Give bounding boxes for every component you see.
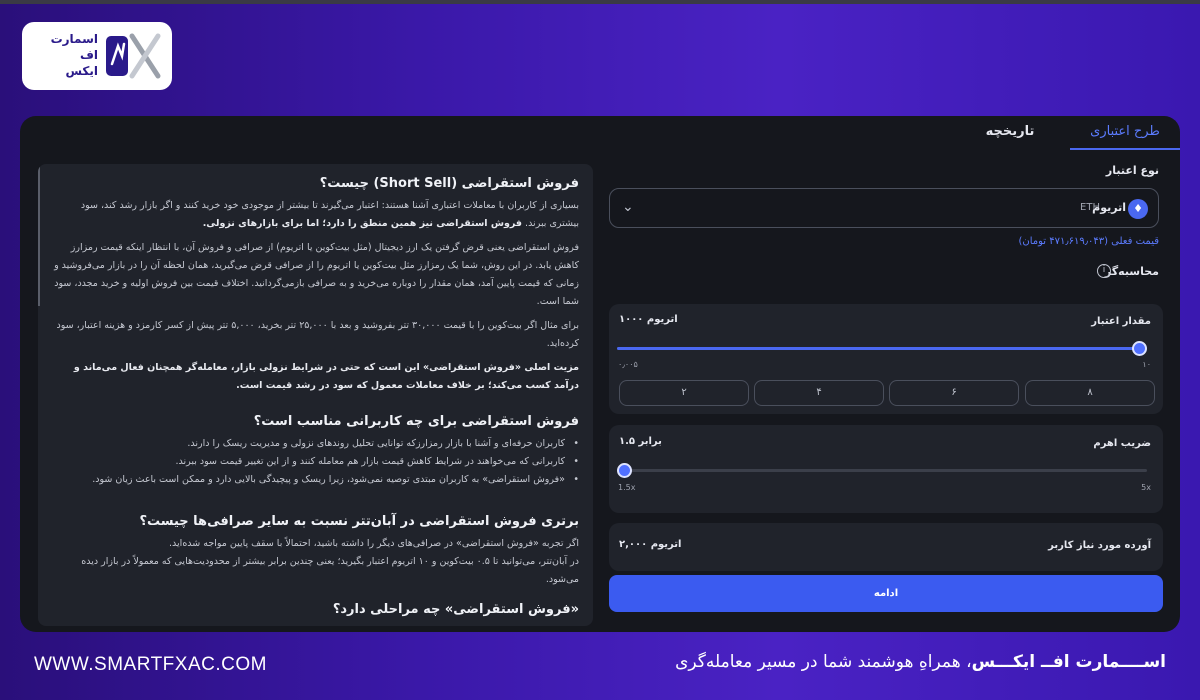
slider-max-label: 5x (1141, 483, 1151, 492)
slider-min-label: 1.5x (618, 483, 636, 492)
credit-type-label: نوع اعتبار (1105, 164, 1159, 177)
preset-button[interactable]: ۲ (619, 380, 749, 406)
article-heading: فروش استقراضی (Short Sell) چیست؟ (319, 176, 579, 191)
credit-amount-value: ۱۰۰۰ اتریوم (619, 314, 678, 325)
brand-logo: اسمارت اف ایکس (22, 22, 172, 90)
asset-name: اتریوم (1092, 201, 1126, 214)
article-heading: فروش استقراضی برای چه کاربرانی مناسب است… (253, 414, 579, 429)
article-paragraph: مزیت اصلی «فروش استقراضی» این است که حتی… (54, 359, 579, 395)
credit-amount-card: مقدار اعتبار ۱۰۰۰ اتریوم ۰٫۰۰۵ ۱۰ ۸ ۶ ۴ … (609, 304, 1163, 414)
preset-button[interactable]: ۴ (754, 380, 884, 406)
scroll-indicator[interactable] (38, 164, 40, 306)
article-paragraph: در آبان‌تتر، می‌توانید تا ۰.۵ بیت‌کوین و… (81, 556, 579, 585)
preset-button[interactable]: ۶ (889, 380, 1019, 406)
preset-button[interactable]: ۸ (1025, 380, 1155, 406)
list-item: «فروش استقراضی» به کاربران مبتدی توصیه ن… (54, 471, 579, 489)
logo-mark-icon (106, 33, 161, 79)
article-section: فروش استقراضی (Short Sell) چیست؟ بسیاری … (54, 176, 579, 395)
tagline-brand: اســــمارت افــ ایکـــس (971, 652, 1166, 672)
ethereum-icon: ♦ (1128, 199, 1148, 219)
chevron-down-icon: ⌄ (622, 199, 634, 215)
slider-max-label: ۱۰ (1142, 360, 1151, 369)
slider-min-label: ۰٫۰۰۵ (618, 360, 638, 369)
leverage-slider[interactable] (617, 463, 1147, 478)
credit-amount-slider[interactable] (617, 341, 1147, 356)
leverage-card: ضریب اهرم ۱.۵ برابر 1.5x 5x (609, 425, 1163, 513)
paragraph-bold-text: فروش استقراضی نیز همین منطق را دارد؛ اما… (202, 218, 523, 229)
slider-handle[interactable] (1132, 341, 1147, 356)
article-section: «فروش استقراضی» چه مراحلی دارد؟ (54, 602, 579, 617)
required-deposit-card: آورده مورد نیاز کاربر ۲,۰۰۰ اتریوم (609, 523, 1163, 571)
brand-tagline: اســــمارت افــ ایکـــس، همراهِ هوشمند ش… (675, 652, 1166, 672)
tab-bar: طرح اعتباری تاریخچه (620, 116, 1180, 150)
leverage-value: ۱.۵ برابر (619, 436, 662, 447)
article-panel: فروش استقراضی (Short Sell) چیست؟ بسیاری … (38, 164, 593, 626)
paragraph-bold-text: مزیت اصلی «فروش استقراضی» این است که حتی… (73, 362, 579, 391)
bullet-list: کاربران حرفه‌ای و آشنا با بازار رمزارزکه… (54, 435, 579, 489)
article-section: برتری فروش استقراضی در آبان‌تتر نسبت به … (54, 514, 579, 589)
required-deposit-value: ۲,۰۰۰ اتریوم (619, 539, 682, 550)
article-paragraph: اگر تجربه «فروش استقراضی» در صرافی‌های د… (169, 538, 579, 549)
article-paragraph: فروش استقراضی یعنی قرض گرفتن یک ارز دیجی… (54, 242, 579, 307)
tab-history[interactable]: تاریخچه (960, 120, 1060, 150)
info-icon[interactable]: i (1097, 264, 1111, 278)
slider-handle[interactable] (617, 463, 632, 478)
leverage-label: ضریب اهرم (1093, 438, 1151, 449)
article-paragraph: برای مثال اگر بیت‌کوین را با قیمت ۳۰,۰۰۰… (56, 320, 580, 349)
article-section: فروش استقراضی برای چه کاربرانی مناسب است… (54, 414, 579, 489)
logo-line: اف (79, 48, 98, 62)
slider-fill (617, 347, 1147, 350)
credit-type-select[interactable]: ⌄ ETH اتریوم ♦ (609, 188, 1159, 228)
app-window: طرح اعتباری تاریخچه نوع اعتبار ⌄ ETH اتر… (20, 116, 1180, 632)
list-item: کاربرانی که می‌خواهند در شرایط کاهش قیمت… (54, 453, 579, 471)
article-paragraph: بسیاری از کاربران با معاملات اعتباری آشن… (54, 197, 579, 233)
logo-text: اسمارت اف ایکس (34, 31, 98, 79)
tagline-text: ، همراهِ هوشمند شما در مسیر معامله‌گری (675, 652, 972, 672)
logo-line: اسمارت (50, 32, 98, 46)
calculator-label: محاسبه‌گر (1104, 265, 1159, 278)
current-price: قیمت فعلی (۴۷۱٫۶۱۹٫۰۴۳ تومان) (1018, 236, 1159, 247)
article-heading: برتری فروش استقراضی در آبان‌تتر نسبت به … (139, 514, 579, 529)
continue-button[interactable]: ادامه (609, 575, 1163, 612)
top-border (0, 0, 1200, 4)
list-item: کاربران حرفه‌ای و آشنا با بازار رمزارزکه… (54, 435, 579, 453)
website-url[interactable]: WWW.SMARTFXAC.COM (34, 654, 267, 676)
logo-line: ایکس (65, 64, 98, 78)
credit-amount-label: مقدار اعتبار (1091, 316, 1151, 327)
article-heading: «فروش استقراضی» چه مراحلی دارد؟ (332, 602, 579, 617)
required-deposit-label: آورده مورد نیاز کاربر (1048, 540, 1151, 551)
tab-credit-plan[interactable]: طرح اعتباری (1070, 120, 1180, 150)
